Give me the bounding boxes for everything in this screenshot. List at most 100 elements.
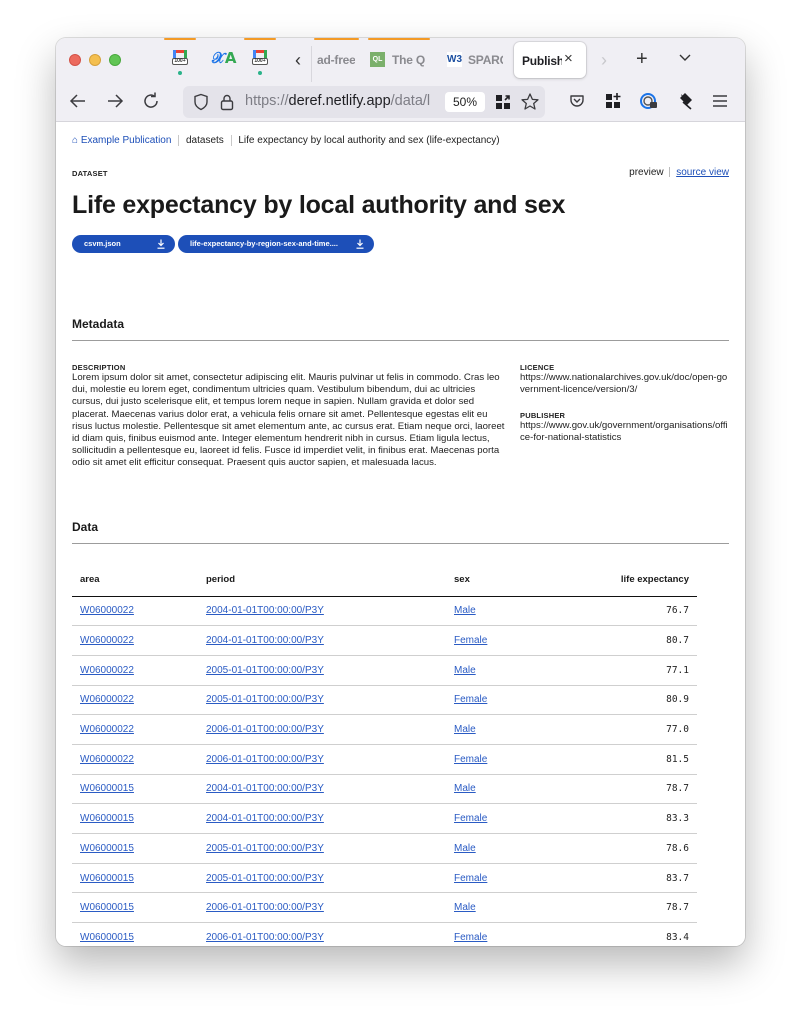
new-tab-button[interactable]: + [636,48,648,70]
area-link[interactable]: W06000022 [80,605,134,616]
period-link[interactable]: 2004-01-01T00:00:00/P3Y [206,605,324,616]
tracking-protection-shield-icon[interactable] [193,93,209,111]
period-link[interactable]: 2005-01-01T00:00:00/P3Y [206,694,324,705]
sex-link[interactable]: Female [454,932,487,943]
table-cell-sex: Male [446,714,576,745]
area-link[interactable]: W06000022 [80,724,134,735]
tab-publish-active[interactable]: Publish × [514,42,586,78]
breadcrumb-current: Life expectancy by local authority and s… [238,135,500,147]
download-csvm-button[interactable]: csvm.json [72,235,175,253]
period-link[interactable]: 2005-01-01T00:00:00/P3Y [206,665,324,676]
table-cell-period: 2004-01-01T00:00:00/P3Y [198,803,446,834]
table-body: W06000022 2004-01-01T00:00:00/P3Y Male 76.7… [72,596,697,946]
table-cell-life-expectancy: 76.7 [576,596,697,627]
life-expectancy-value: 81.5 [666,753,689,765]
table-cell-period: 2005-01-01T00:00:00/P3Y [198,863,446,894]
area-link[interactable]: W06000015 [80,843,134,854]
translate-icon: 𝒳A [212,49,237,67]
forward-arrow-icon[interactable] [104,90,126,112]
tab-the-q[interactable]: QL The Q [312,38,442,82]
breadcrumb-home-link[interactable]: ⌂ Example Publication [72,135,171,146]
table-cell-sex: Male [446,596,576,627]
close-window-button[interactable] [69,54,81,66]
area-link[interactable]: W06000015 [80,783,134,794]
sex-link[interactable]: Male [454,665,476,676]
sex-link[interactable]: Female [454,694,487,705]
table-cell-area: W06000022 [72,714,198,745]
period-link[interactable]: 2006-01-01T00:00:00/P3Y [206,932,324,943]
bookmark-star-icon[interactable] [520,92,540,112]
zoom-level-button[interactable]: 50% [445,92,485,112]
unread-badge: 100+ [172,58,188,65]
period-link[interactable]: 2004-01-01T00:00:00/P3Y [206,635,324,646]
table-cell-area: W06000022 [72,685,198,716]
publisher-value: https://www.gov.uk/government/organisati… [520,420,728,444]
tab-scroll-left-button[interactable]: ‹ [290,50,306,70]
table-cell-period: 2004-01-01T00:00:00/P3Y [198,774,446,805]
table-row: W06000022 2006-01-01T00:00:00/P3Y Male 77.0 [72,714,697,745]
table-cell-life-expectancy: 78.6 [576,833,697,864]
life-expectancy-value: 83.4 [666,931,689,943]
area-link[interactable]: W06000015 [80,932,134,943]
period-link[interactable]: 2006-01-01T00:00:00/P3Y [206,902,324,913]
lock-icon[interactable] [220,93,234,111]
area-link[interactable]: W06000015 [80,902,134,913]
close-tab-icon[interactable]: × [564,51,573,67]
table-cell-life-expectancy: 78.7 [576,774,697,805]
qr-code-icon[interactable] [495,94,511,110]
minimize-window-button[interactable] [89,54,101,66]
sex-link[interactable]: Male [454,783,476,794]
sex-link[interactable]: Female [454,635,487,646]
period-link[interactable]: 2006-01-01T00:00:00/P3Y [206,724,324,735]
life-expectancy-value: 78.7 [666,902,689,914]
sex-link[interactable]: Female [454,813,487,824]
pinned-tab-gmail-2[interactable]: 100+ [244,38,276,82]
table-cell-sex: Male [446,774,576,805]
unread-badge: 100+ [252,58,268,65]
tab-sparql[interactable]: W3 SPARQ [447,38,507,82]
dataset-kicker: DATASET [72,169,108,178]
area-link[interactable]: W06000015 [80,813,134,824]
period-link[interactable]: 2005-01-01T00:00:00/P3Y [206,843,324,854]
sex-link[interactable]: Male [454,724,476,735]
source-view-link[interactable]: source view [676,167,729,178]
tab-scroll-right-button[interactable]: › [601,50,607,70]
table-cell-area: W06000015 [72,863,198,894]
download-csv-button[interactable]: life-expectancy-by-region-sex-and-time..… [178,235,374,253]
hamburger-menu-icon[interactable] [709,90,731,112]
sex-link[interactable]: Female [454,873,487,884]
sex-link[interactable]: Male [454,605,476,616]
navigation-toolbar: https://deref.netlify.app/data/l 50% [56,82,745,122]
back-arrow-icon[interactable] [67,90,89,112]
area-link[interactable]: W06000022 [80,665,134,676]
period-link[interactable]: 2005-01-01T00:00:00/P3Y [206,873,324,884]
web-page: ⌂ Example Publication datasets Life expe… [56,123,745,946]
area-link[interactable]: W06000022 [80,754,134,765]
extensions-grid-icon[interactable] [602,90,624,112]
password-manager-icon[interactable] [638,90,660,112]
table-row: W06000022 2006-01-01T00:00:00/P3Y Female 81… [72,744,697,775]
sex-link[interactable]: Female [454,754,487,765]
url-text[interactable]: https://deref.netlify.app/data/l [245,93,445,109]
pin-icon[interactable] [674,90,696,112]
view-switch: preview source view [629,167,729,178]
address-bar[interactable]: https://deref.netlify.app/data/l 50% [183,86,545,118]
table-cell-period: 2004-01-01T00:00:00/P3Y [198,625,446,656]
sex-link[interactable]: Male [454,843,476,854]
zoom-window-button[interactable] [109,54,121,66]
reload-icon[interactable] [140,90,162,112]
area-link[interactable]: W06000022 [80,635,134,646]
life-expectancy-value: 80.7 [666,635,689,647]
area-link[interactable]: W06000015 [80,873,134,884]
pinned-tab-gmail-1[interactable]: 100+ [164,38,196,82]
metadata-heading: Metadata [72,317,125,331]
period-link[interactable]: 2006-01-01T00:00:00/P3Y [206,754,324,765]
period-link[interactable]: 2004-01-01T00:00:00/P3Y [206,813,324,824]
chevron-down-icon[interactable] [678,50,692,64]
tab-title: Publish [522,54,562,68]
pocket-icon[interactable] [566,90,588,112]
period-link[interactable]: 2004-01-01T00:00:00/P3Y [206,783,324,794]
pinned-tab-translate[interactable]: 𝒳A [204,38,237,82]
sex-link[interactable]: Male [454,902,476,913]
area-link[interactable]: W06000022 [80,694,134,705]
